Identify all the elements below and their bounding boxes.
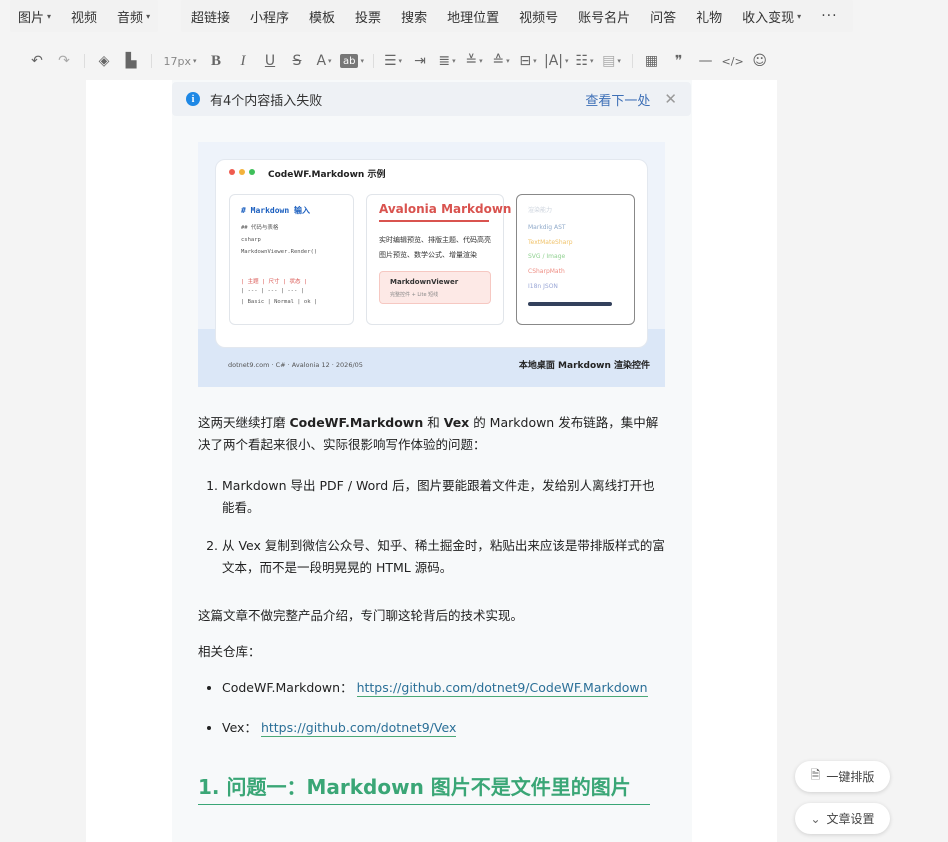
more-icon[interactable]: ··· [821,8,837,24]
divider [151,54,152,68]
insert-search-button[interactable]: 搜索 [401,7,427,26]
code-icon[interactable]: </> [722,49,744,73]
font-color-icon[interactable]: A ▾ [313,49,335,73]
info-icon: i [186,92,200,106]
redo-icon[interactable]: ↷ [53,49,75,73]
insert-vote-button[interactable]: 投票 [355,7,381,26]
insert-hyperlink-button[interactable]: 超链接 [191,7,230,26]
insert-gift-button[interactable]: 礼物 [696,7,722,26]
divider [631,54,633,68]
chevron-down-icon: ▾ [533,57,537,65]
viewer-card: MarkdownViewer 完整控件 + Lite 短线 [379,271,491,304]
list-icon[interactable]: ☷ ▾ [574,49,596,73]
cover-footer-left: dotnet9.com · C# · Avalonia 12 · 2026/05 [228,361,363,369]
section-heading[interactable]: 1. 问题一：Markdown 图片不是文件里的图片 [198,773,650,805]
undo-icon[interactable]: ↶ [26,49,48,73]
scope-paragraph[interactable]: 这篇文章不做完整产品介绍，专门聊这轮背后的技术实现。 [198,605,666,627]
list-item[interactable]: CodeWF.Markdown：https://github.com/dotne… [222,677,666,699]
list-item[interactable]: 从 Vex 复制到微信公众号、知乎、稀土掘金时，粘贴出来应该是带排版样式的富文本… [222,535,666,579]
chevron-down-icon: ▾ [398,57,403,65]
cover-window-mockup: CodeWF.Markdown 示例 # Markdown 输入 ## 代码与表… [215,159,648,348]
chevron-down-icon: ▾ [47,11,52,21]
chevron-down-icon: ▾ [797,11,802,21]
list-item[interactable]: Vex：https://github.com/dotnet9/Vex [222,717,666,739]
line-spacing-icon[interactable]: ≣ ▾ [436,49,458,73]
chevron-down-icon: ▾ [192,57,197,65]
both-sides-indent-icon[interactable]: ⊟ ▾ [517,49,539,73]
widgets-group: 超链接 小程序 模板 投票 搜索 地理位置 视频号 账号名片 问答 礼物 收入变… [181,0,853,32]
strikethrough-icon[interactable]: S [286,49,308,73]
paragraph-spacing-before-icon[interactable]: ≚ ▾ [463,49,485,73]
insert-toolbar: 图片 ▾ 视频 音频 ▾ 超链接 小程序 模板 投票 搜索 地理位置 视频号 账号名… [0,0,948,32]
chevron-down-icon: ▾ [617,57,621,65]
insert-video-button[interactable]: 视频 [71,7,97,26]
pane-heading: # Markdown 输入 [241,206,310,215]
window-title: CodeWF.Markdown 示例 [268,170,386,180]
format-painter-icon[interactable]: ◈ [93,49,115,73]
chevron-down-icon: ▾ [565,57,569,65]
chevron-down-icon: ▾ [452,57,456,65]
one-click-format-button[interactable]: 🗎 一键排版 [795,761,890,792]
article-body[interactable]: 这两天继续打磨 CodeWF.Markdown 和 Vex 的 Markdown… [198,412,666,805]
insert-location-button[interactable]: 地理位置 [447,7,499,26]
monetize-menu[interactable]: 收入变现 ▾ [742,7,801,26]
indent-icon[interactable]: ⇥ [409,49,431,73]
insert-failed-notice: i 有4个内容插入失败 查看下一处 ✕ [172,82,691,116]
background-color-icon[interactable]: ab ▾ [340,49,364,73]
insert-image-menu[interactable]: 图片 ▾ [18,7,51,26]
format-toolbar: ↶ ↷ ◈ ▙ 17px ▾ B I U S A ▾ ab ▾ ☰ ▾ ⇥ ≣ ▾ ≚ ▾ … [0,44,948,78]
table-icon[interactable]: ▦ [641,49,663,73]
media-group: 图片 ▾ 视频 音频 ▾ [10,0,158,32]
insert-miniprogram-button[interactable]: 小程序 [250,7,289,26]
repo-list: CodeWF.Markdown：https://github.com/dotne… [198,677,666,739]
insert-qa-button[interactable]: 问答 [650,7,676,26]
cover-footer-right: 本地桌面 Markdown 渲染控件 [518,361,650,371]
double-chevron-down-icon: ⌄ [810,811,821,826]
problem-list: Markdown 导出 PDF / Word 后，图片要能跟着文件走，发给别人离… [198,475,666,579]
underline-icon[interactable]: U [259,49,281,73]
align-icon[interactable]: ☰ ▾ [382,49,404,73]
repos-label[interactable]: 相关仓库： [198,641,666,663]
format-doc-icon: 🗎 [810,768,821,782]
chevron-down-icon: ▾ [328,57,332,65]
insert-audio-menu[interactable]: 音频 ▾ [117,7,150,26]
bold-icon[interactable]: B [205,49,227,73]
list-item[interactable]: Markdown 导出 PDF / Word 后，图片要能跟着文件走，发给别人离… [222,475,666,519]
paragraph-spacing-after-icon[interactable]: ≙ ▾ [490,49,512,73]
insert-channels-button[interactable]: 视频号 [519,7,558,26]
preview-pane: Avalonia Markdown 实时编辑预览、排版主题、代码高亮 图片预览、… [366,194,511,325]
close-icon[interactable]: ✕ [664,90,677,108]
quote-icon[interactable]: ❞ [668,49,690,73]
notice-message: 有4个内容插入失败 [210,93,323,109]
progress-bar [528,302,612,306]
repo-link[interactable]: https://github.com/dotnet9/Vex [260,720,457,737]
chevron-down-icon: ▾ [506,57,510,65]
repo-link[interactable]: https://github.com/dotnet9/CodeWF.Markdo… [356,680,648,697]
divider [84,54,85,68]
emoji-icon[interactable]: ☺ [749,49,771,73]
image-align-icon[interactable]: ▤ ▾ [601,49,623,73]
font-size-select[interactable]: 17px ▾ [160,49,200,73]
horizontal-rule-icon[interactable]: — [695,49,717,73]
title-underline [379,220,489,222]
intro-paragraph[interactable]: 这两天继续打磨 CodeWF.Markdown 和 Vex 的 Markdown… [198,412,666,456]
insert-account-card-button[interactable]: 账号名片 [578,7,630,26]
letter-spacing-icon[interactable]: |A| ▾ [544,49,569,73]
preview-title: Avalonia Markdown [379,202,512,216]
insert-template-button[interactable]: 模板 [309,7,335,26]
chevron-down-icon: ▾ [590,57,594,65]
chevron-down-icon: ▾ [146,11,151,21]
cover-image[interactable]: CodeWF.Markdown 示例 # Markdown 输入 ## 代码与表… [198,142,665,387]
chevron-down-icon: ▾ [479,57,483,65]
view-next-link[interactable]: 查看下一处 [585,90,650,109]
capability-caption: 渲染能力 [528,207,553,214]
divider [373,54,374,68]
markdown-input-pane: # Markdown 输入 ## 代码与表格 csharp MarkdownVi… [229,194,354,325]
chevron-down-icon: ▾ [360,57,364,65]
clear-format-icon[interactable]: ▙ [120,49,142,73]
italic-icon[interactable]: I [232,49,254,73]
article-settings-button[interactable]: ⌄ 文章设置 [795,803,890,834]
window-dots [229,169,259,175]
capability-pane: 渲染能力 Markdig AST TextMateSharp SVG / Ima… [516,194,635,325]
